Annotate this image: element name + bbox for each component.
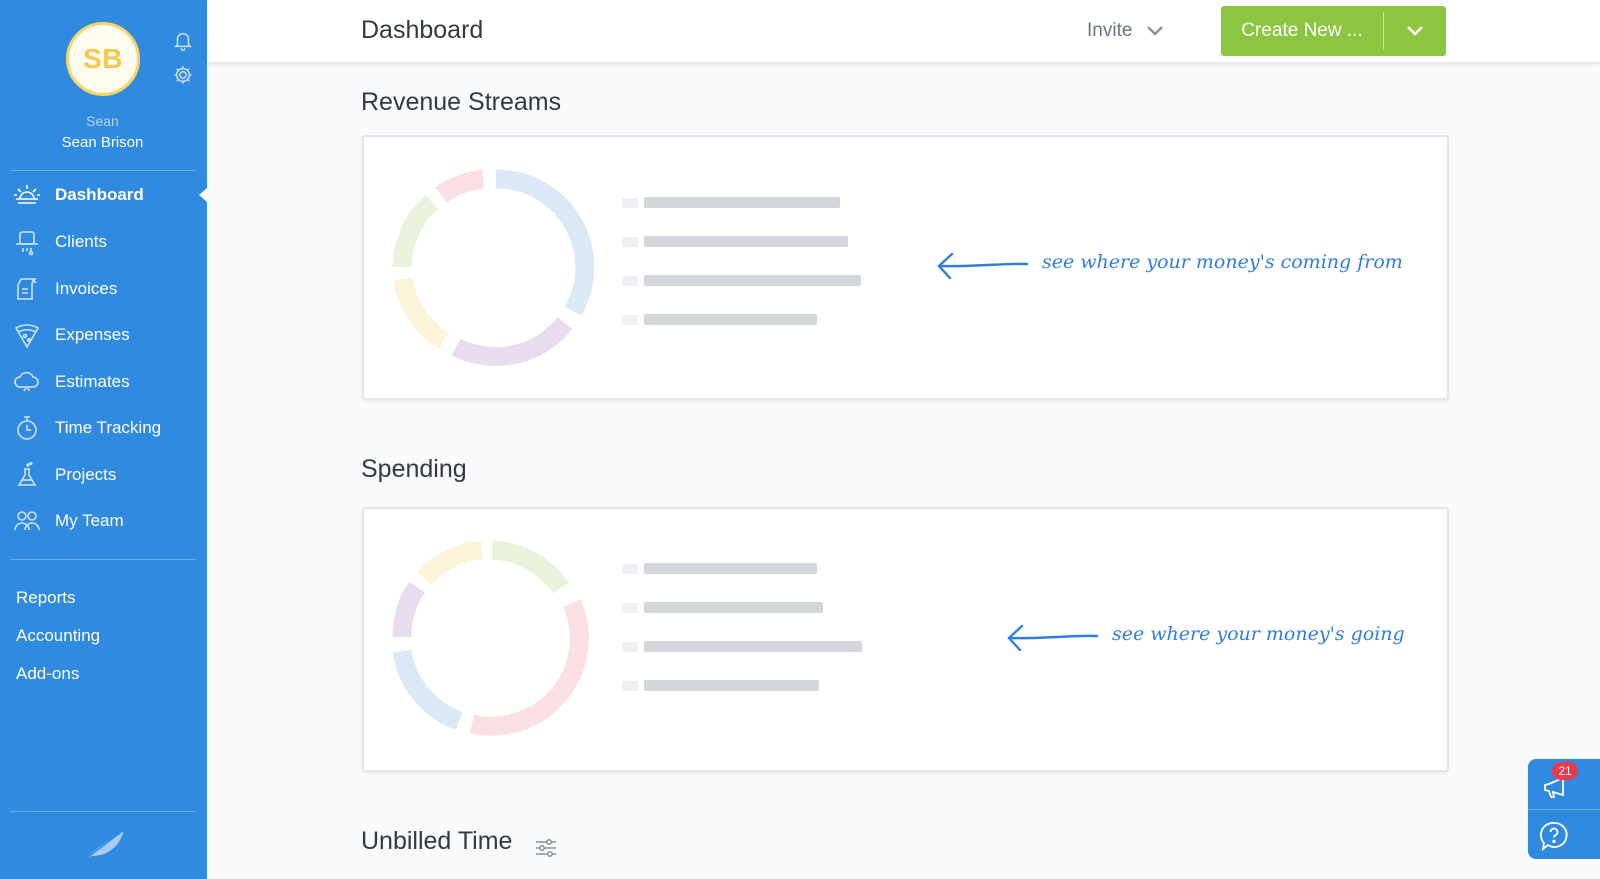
sidebar-item-expenses[interactable]: Expenses bbox=[0, 315, 207, 355]
filter-sliders-icon[interactable] bbox=[534, 836, 558, 860]
sidebar-item-label: Projects bbox=[55, 465, 117, 484]
create-new-label[interactable]: Create New ... bbox=[1221, 6, 1383, 56]
gear-icon[interactable] bbox=[172, 64, 194, 86]
section-title-unbilled-time: Unbilled Time bbox=[361, 827, 513, 855]
legend-placeholder-row bbox=[622, 314, 817, 325]
team-icon bbox=[14, 511, 40, 531]
sidebar-link-reports[interactable]: Reports bbox=[16, 588, 76, 608]
arrow-left-icon bbox=[937, 252, 1029, 280]
legend-placeholder-row bbox=[622, 680, 819, 691]
revenue-hint-text: see where your money's coming from bbox=[1042, 251, 1403, 273]
invite-dropdown[interactable]: Invite bbox=[1087, 20, 1164, 42]
flask-icon bbox=[17, 461, 37, 486]
avatar[interactable]: SB bbox=[66, 22, 140, 96]
revenue-donut-placeholder bbox=[392, 169, 594, 366]
sidebar-item-label: Time Tracking bbox=[55, 418, 162, 437]
chevron-down-icon bbox=[1407, 26, 1423, 36]
sidebar-link-add-ons[interactable]: Add-ons bbox=[16, 664, 79, 684]
sidebar-item-label: Clients bbox=[55, 232, 107, 251]
legend-placeholder-row bbox=[622, 641, 862, 652]
invoice-icon bbox=[17, 278, 37, 300]
user-full-name: Sean Brison bbox=[61, 134, 144, 151]
sidebar-item-label: Invoices bbox=[55, 279, 118, 298]
top-header: Dashboard Invite Create New ... bbox=[207, 0, 1600, 64]
widget-divider bbox=[1528, 809, 1600, 810]
sun-icon bbox=[14, 185, 40, 204]
legend-placeholder-row bbox=[622, 197, 840, 208]
bell-icon[interactable] bbox=[172, 29, 194, 51]
revenue-streams-card[interactable]: see where your money's coming from bbox=[362, 135, 1449, 400]
chevron-down-icon bbox=[1147, 26, 1164, 36]
sidebar-item-label: Dashboard bbox=[55, 185, 144, 204]
help-question-icon[interactable] bbox=[1540, 821, 1568, 851]
sidebar-item-projects[interactable]: Projects bbox=[0, 455, 207, 495]
legend-placeholder-row bbox=[622, 602, 823, 613]
sidebar-divider bbox=[10, 170, 196, 171]
sidebar-divider bbox=[10, 559, 196, 560]
sidebar: SB Sean Sean Brison Dashboard Clients In… bbox=[0, 0, 207, 879]
invite-label: Invite bbox=[1087, 20, 1133, 41]
sidebar-item-dashboard[interactable]: Dashboard bbox=[0, 175, 207, 215]
legend-placeholder-row bbox=[622, 236, 848, 247]
spending-hint-text: see where your money's going bbox=[1112, 623, 1405, 645]
sidebar-item-clients[interactable]: Clients bbox=[0, 222, 207, 262]
section-title-spending: Spending bbox=[361, 455, 467, 483]
spending-donut-placeholder bbox=[392, 540, 589, 736]
sidebar-item-label: Estimates bbox=[55, 372, 130, 391]
sidebar-divider bbox=[10, 811, 196, 812]
page-title: Dashboard bbox=[361, 16, 484, 44]
sidebar-link-accounting[interactable]: Accounting bbox=[16, 626, 100, 646]
sidebar-item-label: Expenses bbox=[55, 325, 130, 344]
pizza-icon bbox=[14, 324, 40, 349]
create-new-button[interactable]: Create New ... bbox=[1221, 6, 1446, 56]
user-first-name: Sean bbox=[86, 113, 119, 129]
sidebar-item-time-tracking[interactable]: Time Tracking bbox=[0, 408, 207, 448]
section-title-revenue: Revenue Streams bbox=[361, 88, 562, 116]
stopwatch-icon bbox=[17, 416, 37, 440]
legend-placeholder-row bbox=[622, 275, 861, 286]
create-new-dropdown-toggle[interactable] bbox=[1384, 6, 1446, 56]
cloud-icon bbox=[14, 371, 39, 392]
hat-icon bbox=[16, 231, 38, 256]
notification-count-badge: 21 bbox=[1552, 762, 1578, 780]
sidebar-item-invoices[interactable]: Invoices bbox=[0, 269, 207, 309]
sidebar-item-label: My Team bbox=[55, 511, 124, 530]
spending-card[interactable]: see where your money's going bbox=[362, 507, 1449, 772]
sidebar-item-my-team[interactable]: My Team bbox=[0, 501, 207, 541]
leaf-logo-icon bbox=[83, 829, 125, 861]
arrow-left-icon bbox=[1007, 624, 1099, 652]
sidebar-item-estimates[interactable]: Estimates bbox=[0, 362, 207, 402]
legend-placeholder-row bbox=[622, 563, 817, 574]
